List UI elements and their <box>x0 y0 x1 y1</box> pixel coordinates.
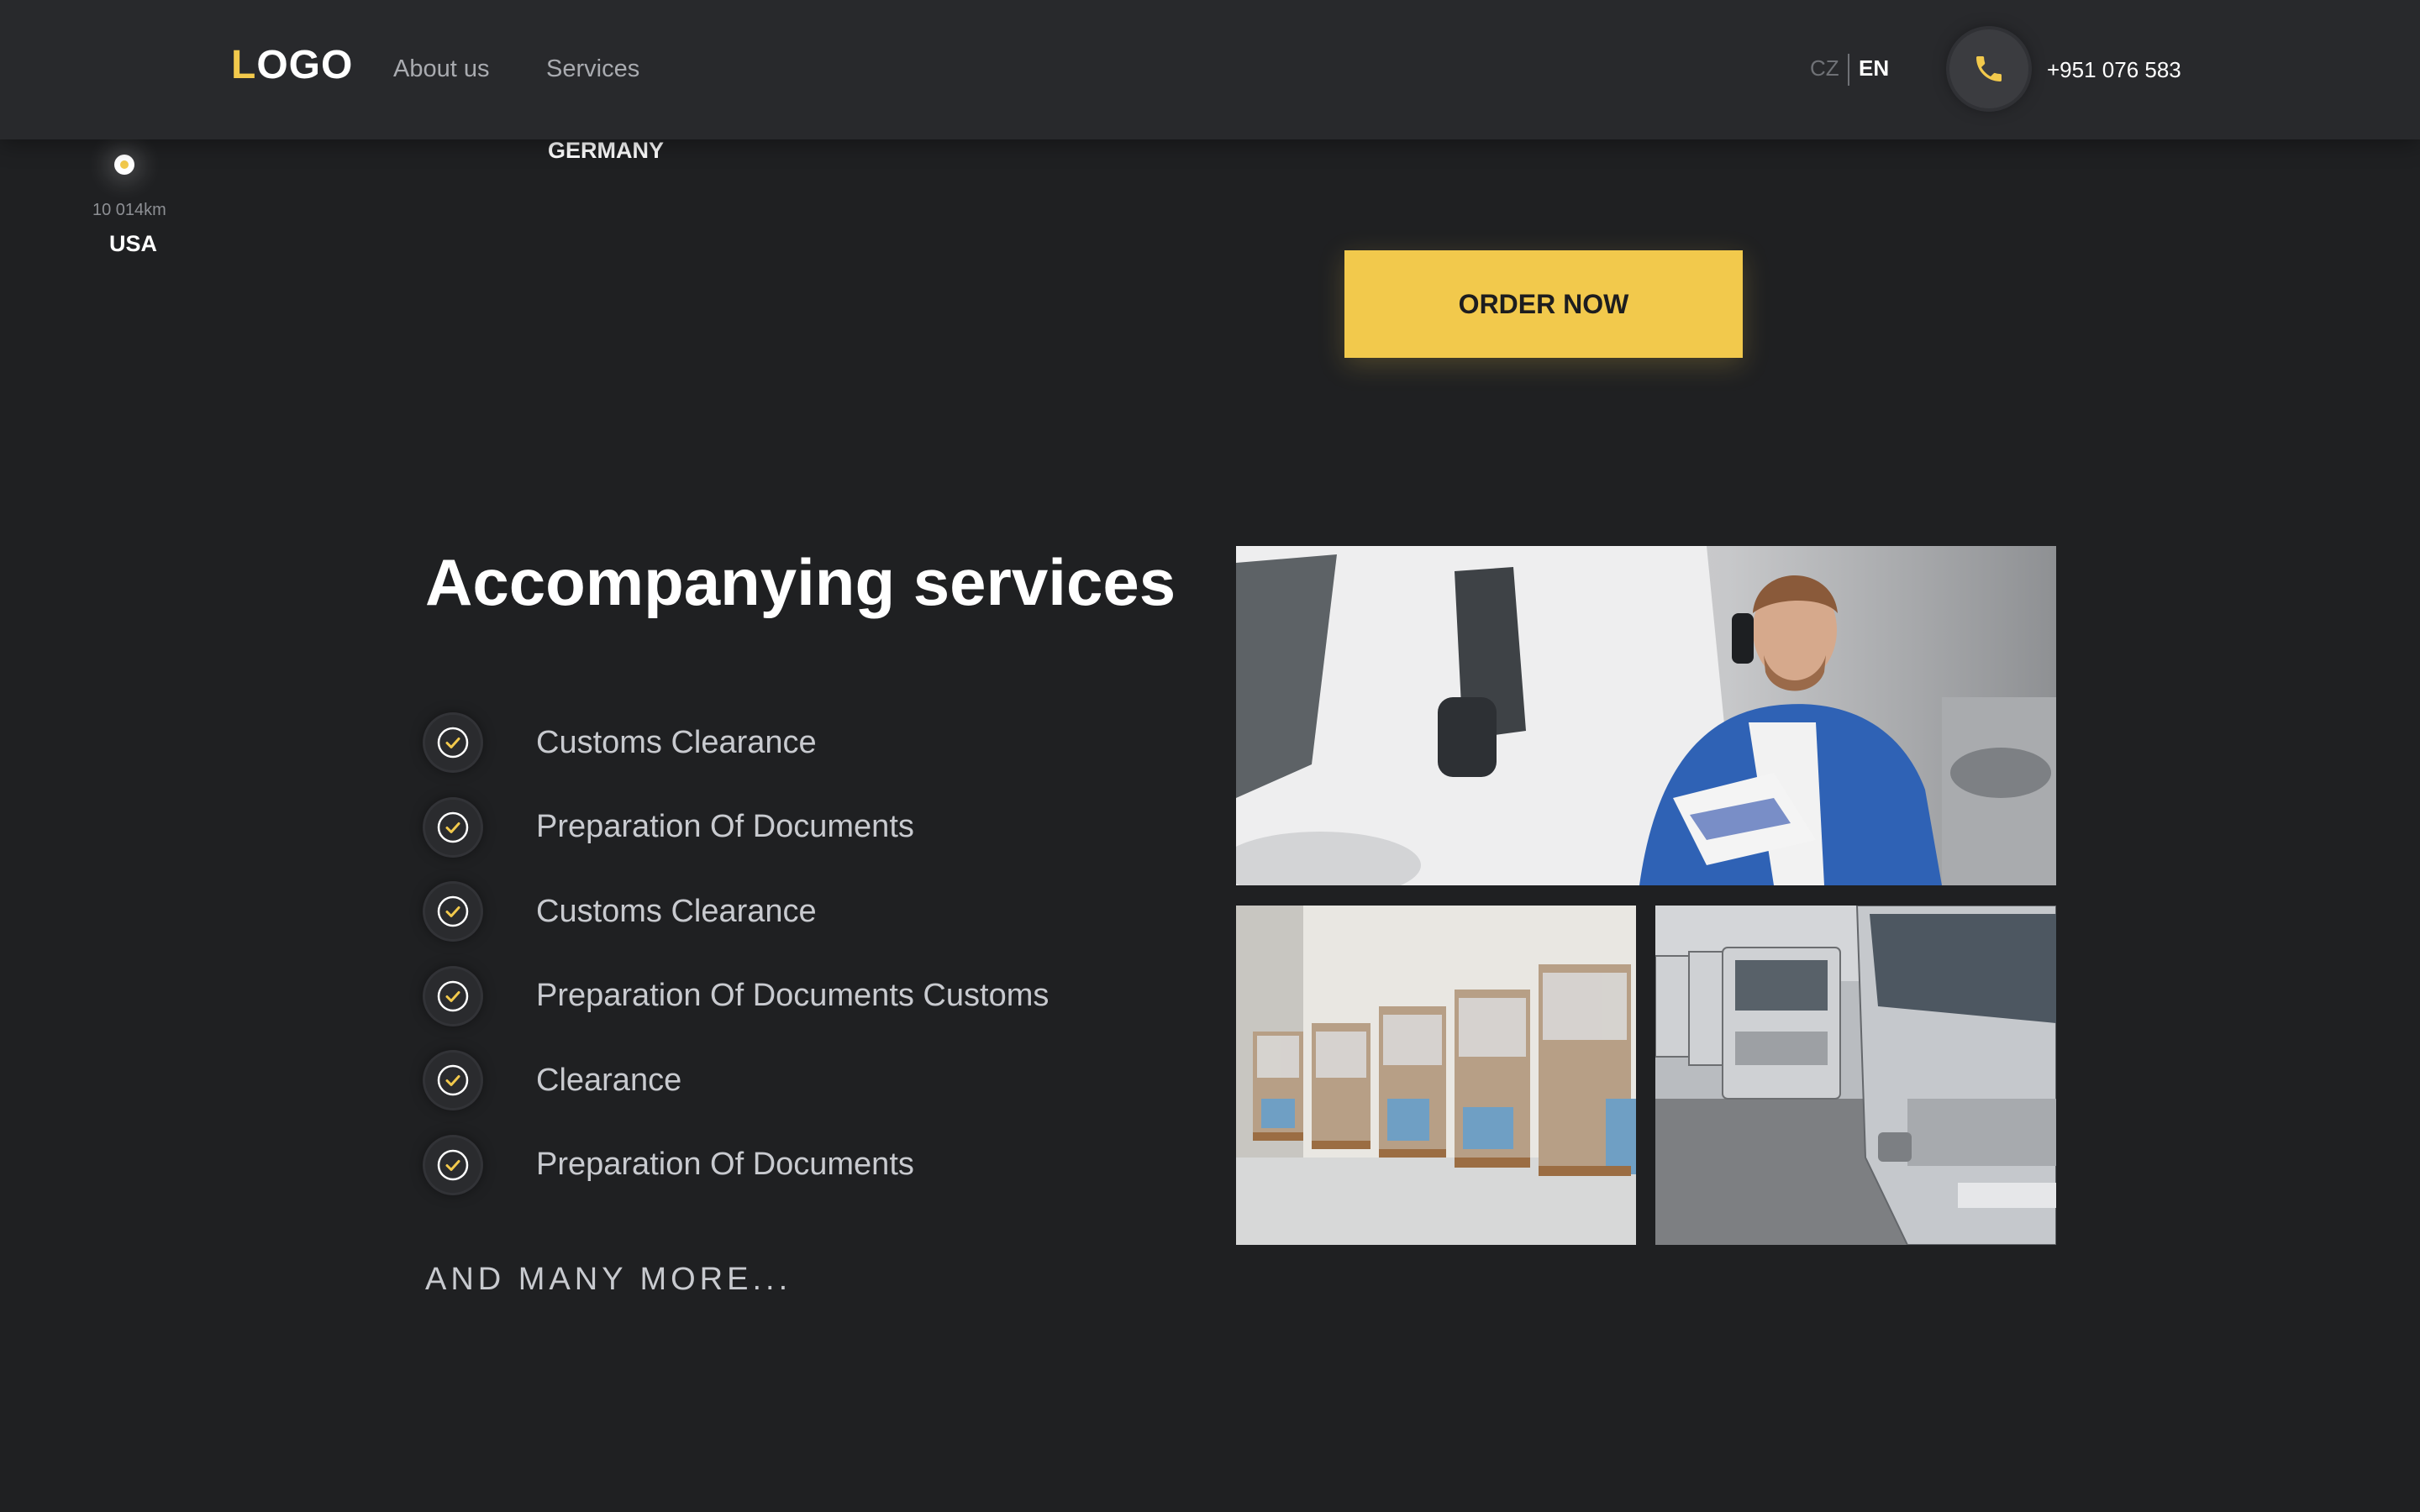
phone-icon <box>1976 56 2002 81</box>
phone-button[interactable] <box>1949 29 2028 108</box>
phone-number[interactable]: +951 076 583 <box>2047 57 2181 83</box>
and-many-more-text: AND MANY MORE... <box>425 1262 792 1297</box>
services-list: Customs Clearance Preparation Of Documen… <box>425 701 1049 1207</box>
language-cz[interactable]: CZ <box>1810 55 1839 81</box>
service-item: Preparation Of Documents Customs <box>425 954 1049 1039</box>
service-item: Customs Clearance <box>425 869 1049 954</box>
language-divider <box>1848 54 1849 86</box>
site-header: LOGO About us Services CZ EN +951 076 58… <box>0 0 2420 139</box>
language-en[interactable]: EN <box>1859 55 1889 81</box>
service-item: Clearance <box>425 1038 1049 1123</box>
nav-link-services[interactable]: Services <box>546 55 639 83</box>
check-circle-icon <box>425 715 481 771</box>
photo-truck-fleet <box>1655 906 2056 1245</box>
service-label: Preparation Of Documents <box>536 1147 914 1183</box>
check-circle-icon <box>425 1137 481 1193</box>
check-circle-icon <box>425 968 481 1024</box>
service-label: Customs Clearance <box>536 893 817 929</box>
logo[interactable]: LOGO <box>231 42 353 88</box>
service-label: Preparation Of Documents Customs <box>536 978 1050 1014</box>
photo-warehouse-pallets <box>1236 906 1636 1245</box>
map-country-usa: USA <box>109 231 158 256</box>
service-label: Customs Clearance <box>536 724 817 760</box>
check-circle-icon <box>425 884 481 940</box>
map-marker-usa[interactable] <box>114 155 134 175</box>
service-item: Customs Clearance <box>425 701 1049 785</box>
photo-courier-with-van <box>1236 546 2056 885</box>
service-item: Preparation Of Documents <box>425 785 1049 870</box>
service-item: Preparation Of Documents <box>425 1123 1049 1208</box>
order-now-button[interactable]: ORDER NOW <box>1344 250 1743 358</box>
nav-link-about[interactable]: About us <box>393 55 489 83</box>
service-label: Preparation Of Documents <box>536 809 914 845</box>
service-label: Clearance <box>536 1062 682 1098</box>
map-country-germany: GERMANY <box>548 138 665 163</box>
check-circle-icon <box>425 799 481 855</box>
services-title: Accompanying services <box>425 545 1176 619</box>
check-circle-icon <box>425 1053 481 1109</box>
map-distance-label: 10 014km <box>92 201 166 219</box>
